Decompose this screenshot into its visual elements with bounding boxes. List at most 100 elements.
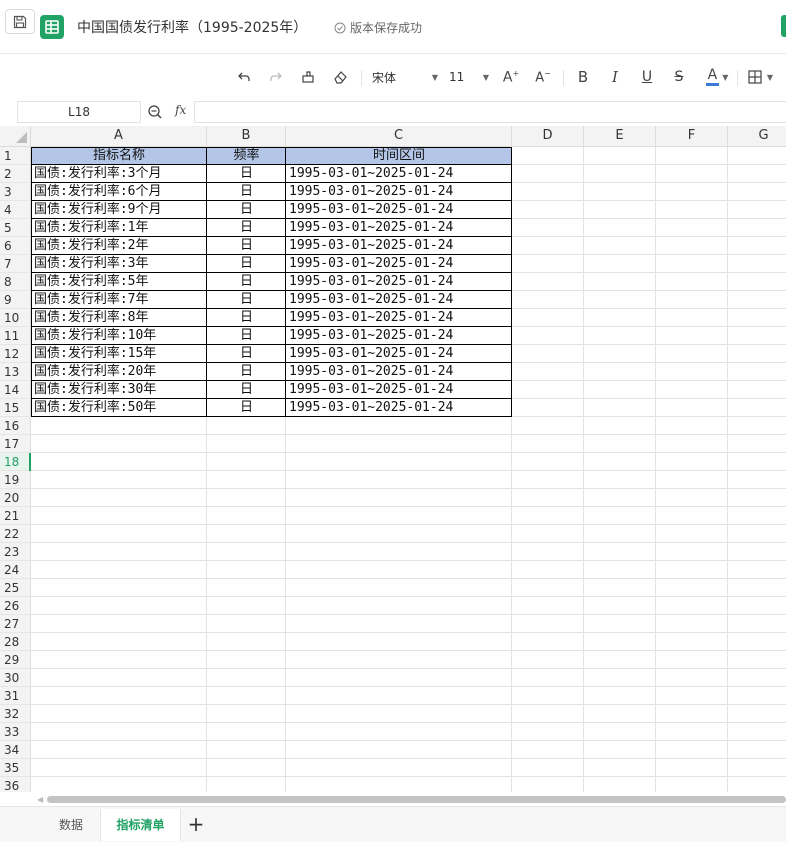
strikethrough-button[interactable]: S <box>670 66 688 88</box>
table-cell[interactable]: 日 <box>207 291 286 309</box>
table-cell[interactable]: 1995-03-01~2025-01-24 <box>286 237 512 255</box>
table-cell[interactable]: 1995-03-01~2025-01-24 <box>286 183 512 201</box>
row-header-1[interactable]: 1 <box>0 147 31 165</box>
row-header-35[interactable]: 35 <box>0 759 31 777</box>
save-button[interactable] <box>5 9 35 34</box>
clear-format-button[interactable] <box>330 66 350 88</box>
row-header-7[interactable]: 7 <box>0 255 31 273</box>
table-cell[interactable]: 日 <box>207 399 286 417</box>
row-header-26[interactable]: 26 <box>0 597 31 615</box>
row-header-16[interactable]: 16 <box>0 417 31 435</box>
column-header-b[interactable]: B <box>207 126 286 147</box>
column-header-c[interactable]: C <box>286 126 512 147</box>
row-header-23[interactable]: 23 <box>0 543 31 561</box>
format-painter-button[interactable] <box>298 66 318 88</box>
row-header-17[interactable]: 17 <box>0 435 31 453</box>
scrollbar-thumb[interactable] <box>47 796 786 803</box>
increase-font-button[interactable]: A+ <box>500 66 522 88</box>
table-cell[interactable]: 1995-03-01~2025-01-24 <box>286 363 512 381</box>
row-header-3[interactable]: 3 <box>0 183 31 201</box>
column-header-d[interactable]: D <box>512 126 584 147</box>
row-header-13[interactable]: 13 <box>0 363 31 381</box>
table-cell[interactable]: 日 <box>207 273 286 291</box>
table-cell[interactable]: 国债:发行利率:2年 <box>31 237 207 255</box>
undo-button[interactable] <box>234 66 254 88</box>
row-header-30[interactable]: 30 <box>0 669 31 687</box>
table-cell[interactable]: 日 <box>207 219 286 237</box>
row-header-20[interactable]: 20 <box>0 489 31 507</box>
row-header-31[interactable]: 31 <box>0 687 31 705</box>
column-header-e[interactable]: E <box>584 126 656 147</box>
row-header-8[interactable]: 8 <box>0 273 31 291</box>
row-header-36[interactable]: 36 <box>0 777 31 792</box>
table-cell[interactable]: 国债:发行利率:30年 <box>31 381 207 399</box>
share-button-edge[interactable] <box>781 15 786 37</box>
row-header-25[interactable]: 25 <box>0 579 31 597</box>
row-header-4[interactable]: 4 <box>0 201 31 219</box>
zoom-icon[interactable] <box>147 104 163 120</box>
horizontal-scrollbar[interactable]: ◀ <box>31 792 786 806</box>
spreadsheet-grid[interactable]: A B C D E F G 1 2 3 4 5 6 7 8 9 10 11 12 13 14 15 16 17 18 19 20 21… <box>0 126 786 792</box>
row-header-6[interactable]: 6 <box>0 237 31 255</box>
table-cell[interactable]: 1995-03-01~2025-01-24 <box>286 381 512 399</box>
header-cell[interactable]: 指标名称 <box>31 147 207 165</box>
table-cell[interactable]: 1995-03-01~2025-01-24 <box>286 201 512 219</box>
table-cell[interactable]: 日 <box>207 327 286 345</box>
fx-icon[interactable]: fx <box>175 103 186 117</box>
table-cell[interactable]: 日 <box>207 165 286 183</box>
table-cell[interactable]: 国债:发行利率:9个月 <box>31 201 207 219</box>
header-cell[interactable]: 频率 <box>207 147 286 165</box>
italic-button[interactable]: I <box>606 66 624 88</box>
formula-input[interactable] <box>194 101 786 123</box>
row-header-21[interactable]: 21 <box>0 507 31 525</box>
row-header-14[interactable]: 14 <box>0 381 31 399</box>
select-all-corner[interactable] <box>0 126 31 147</box>
table-cell[interactable]: 国债:发行利率:5年 <box>31 273 207 291</box>
table-cell[interactable]: 1995-03-01~2025-01-24 <box>286 273 512 291</box>
redo-button[interactable] <box>266 66 286 88</box>
header-cell[interactable]: 时间区间 <box>286 147 512 165</box>
decrease-font-button[interactable]: A− <box>532 66 554 88</box>
row-header-33[interactable]: 33 <box>0 723 31 741</box>
name-box[interactable]: L18 <box>17 101 141 123</box>
row-header-27[interactable]: 27 <box>0 615 31 633</box>
borders-button[interactable]: ▼ <box>744 66 776 88</box>
table-cell[interactable]: 国债:发行利率:10年 <box>31 327 207 345</box>
row-header-29[interactable]: 29 <box>0 651 31 669</box>
row-header-24[interactable]: 24 <box>0 561 31 579</box>
table-cell[interactable]: 1995-03-01~2025-01-24 <box>286 255 512 273</box>
add-sheet-button[interactable]: + <box>186 813 206 835</box>
table-cell[interactable]: 1995-03-01~2025-01-24 <box>286 345 512 363</box>
table-cell[interactable]: 国债:发行利率:7年 <box>31 291 207 309</box>
row-header-28[interactable]: 28 <box>0 633 31 651</box>
document-title[interactable]: 中国国债发行利率（1995-2025年） <box>77 17 307 37</box>
table-cell[interactable]: 日 <box>207 309 286 327</box>
bold-button[interactable]: B <box>574 66 592 88</box>
table-cell[interactable]: 国债:发行利率:8年 <box>31 309 207 327</box>
table-cell[interactable]: 日 <box>207 255 286 273</box>
table-cell[interactable]: 1995-03-01~2025-01-24 <box>286 219 512 237</box>
table-cell[interactable]: 1995-03-01~2025-01-24 <box>286 291 512 309</box>
font-size-select[interactable]: 11 ▼ <box>449 66 489 88</box>
underline-button[interactable]: U <box>638 66 656 88</box>
row-header-2[interactable]: 2 <box>0 165 31 183</box>
table-cell[interactable]: 国债:发行利率:15年 <box>31 345 207 363</box>
scroll-left-icon[interactable]: ◀ <box>37 795 43 804</box>
table-cell[interactable]: 国债:发行利率:1年 <box>31 219 207 237</box>
column-header-g[interactable]: G <box>728 126 786 147</box>
row-header-10[interactable]: 10 <box>0 309 31 327</box>
row-header-19[interactable]: 19 <box>0 471 31 489</box>
row-header-32[interactable]: 32 <box>0 705 31 723</box>
table-cell[interactable]: 日 <box>207 201 286 219</box>
table-cell[interactable]: 日 <box>207 381 286 399</box>
table-cell[interactable]: 日 <box>207 345 286 363</box>
row-header-18[interactable]: 18 <box>0 453 31 471</box>
row-header-5[interactable]: 5 <box>0 219 31 237</box>
table-cell[interactable]: 国债:发行利率:50年 <box>31 399 207 417</box>
sheet-tab-data[interactable]: 数据 <box>43 809 99 841</box>
table-cell[interactable]: 国债:发行利率:6个月 <box>31 183 207 201</box>
row-header-12[interactable]: 12 <box>0 345 31 363</box>
table-cell[interactable]: 国债:发行利率:20年 <box>31 363 207 381</box>
table-cell[interactable]: 日 <box>207 363 286 381</box>
table-cell[interactable]: 日 <box>207 237 286 255</box>
